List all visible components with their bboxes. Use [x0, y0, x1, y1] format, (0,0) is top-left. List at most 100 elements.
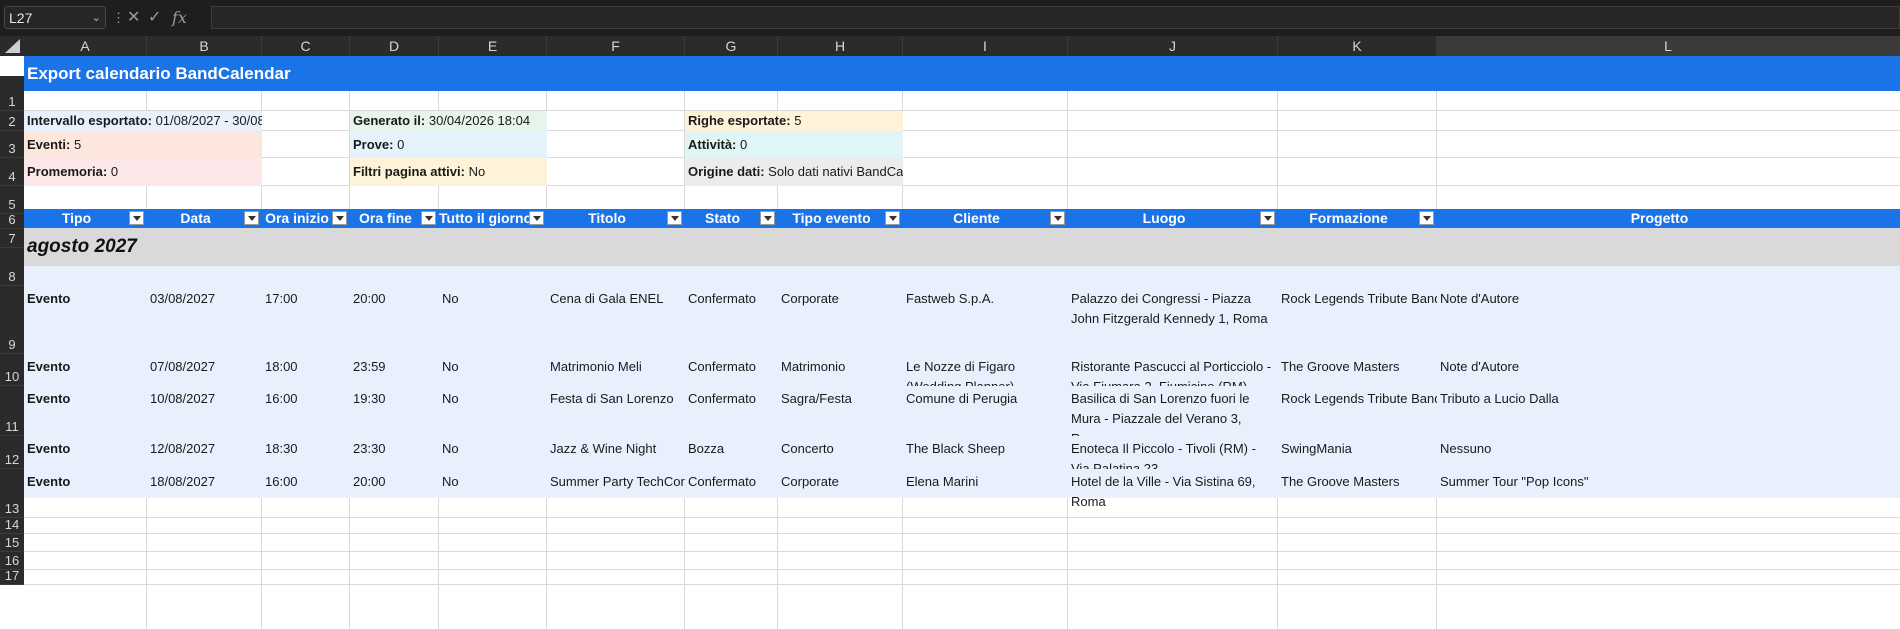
filter-dropdown-icon[interactable] — [332, 211, 347, 225]
column-header-l[interactable]: L — [1437, 36, 1900, 56]
event-cell-luogo[interactable]: Hotel de la Ville - Via Sistina 69, Roma — [1068, 469, 1278, 518]
column-header-j[interactable]: J — [1068, 36, 1278, 56]
column-header-h[interactable]: H — [778, 36, 903, 56]
event-cell-cliente[interactable]: Elena Marini — [903, 469, 1068, 518]
row-header-15[interactable]: 15 — [0, 534, 24, 552]
event-cell-tutto[interactable]: No — [439, 386, 547, 436]
event-cell-formazione[interactable]: SwingMania — [1278, 436, 1437, 469]
event-cell-inizio[interactable]: 16:00 — [262, 386, 350, 436]
column-header-i[interactable]: I — [903, 36, 1068, 56]
filter-dropdown-icon[interactable] — [760, 211, 775, 225]
event-cell-inizio[interactable]: 18:30 — [262, 436, 350, 469]
event-cell-data[interactable]: 10/08/2027 — [147, 386, 262, 436]
filter-dropdown-icon[interactable] — [1260, 211, 1275, 225]
row-header-12[interactable]: 12 — [0, 436, 24, 469]
column-header-b[interactable]: B — [147, 36, 262, 56]
event-cell-luogo[interactable]: Enoteca Il Piccolo - Tivoli (RM) - Via P… — [1068, 436, 1278, 469]
column-header-f[interactable]: F — [547, 36, 685, 56]
event-cell-inizio[interactable]: 17:00 — [262, 286, 350, 354]
row-header-1[interactable]: 1 — [0, 76, 24, 111]
column-header-g[interactable]: G — [685, 36, 778, 56]
row-header-14[interactable]: 14 — [0, 517, 24, 534]
event-cell-cliente[interactable]: Fastweb S.p.A. — [903, 286, 1068, 354]
event-cell-fine[interactable]: 20:00 — [350, 286, 439, 354]
filter-dropdown-icon[interactable] — [529, 211, 544, 225]
event-cell-luogo[interactable]: Palazzo dei Congressi - Piazza John Fitz… — [1068, 286, 1278, 354]
more-options-icon[interactable]: ⋮ — [112, 6, 125, 29]
event-cell-formazione[interactable]: The Groove Masters — [1278, 469, 1437, 518]
event-cell-formazione[interactable]: Rock Legends Tribute Band — [1278, 386, 1437, 436]
event-cell-stato[interactable]: Bozza — [685, 436, 778, 469]
event-cell-titolo[interactable]: Jazz & Wine Night — [547, 436, 685, 469]
event-cell-data[interactable]: 12/08/2027 — [147, 436, 262, 469]
event-cell-stato[interactable]: Confermato — [685, 354, 778, 386]
event-cell-tipo[interactable]: Evento — [24, 436, 147, 469]
row-header-5[interactable]: 5 — [0, 186, 24, 214]
event-cell-tutto[interactable]: No — [439, 354, 547, 386]
event-cell-tipo-evento[interactable]: Corporate — [778, 469, 903, 518]
event-cell-cliente[interactable]: Le Nozze di Figaro (Wedding Planner) — [903, 354, 1068, 386]
column-header-a[interactable]: A — [24, 36, 147, 56]
row-header-7[interactable]: 7 — [0, 229, 24, 248]
event-cell-formazione[interactable]: The Groove Masters — [1278, 354, 1437, 386]
column-header-d[interactable]: D — [350, 36, 439, 56]
event-cell-titolo[interactable]: Festa di San Lorenzo — [547, 386, 685, 436]
event-cell-fine[interactable]: 23:30 — [350, 436, 439, 469]
event-cell-tipo[interactable]: Evento — [24, 386, 147, 436]
filter-dropdown-icon[interactable] — [1050, 211, 1065, 225]
row-header-3[interactable]: 3 — [0, 131, 24, 158]
event-cell-titolo[interactable]: Cena di Gala ENEL — [547, 286, 685, 354]
event-cell-formazione[interactable]: Rock Legends Tribute Band — [1278, 286, 1437, 354]
event-cell-tipo-evento[interactable]: Sagra/Festa — [778, 386, 903, 436]
event-cell-luogo[interactable]: Basilica di San Lorenzo fuori le Mura - … — [1068, 386, 1278, 436]
event-cell-progetto[interactable]: Note d'Autore — [1437, 354, 1900, 386]
row-header-13[interactable]: 13 — [0, 469, 24, 518]
event-cell-tipo-evento[interactable]: Concerto — [778, 436, 903, 469]
name-box[interactable]: L27 ⌄ — [4, 6, 106, 29]
cancel-icon[interactable]: ✕ — [127, 6, 140, 29]
event-cell-tipo[interactable]: Evento — [24, 469, 147, 518]
event-cell-tutto[interactable]: No — [439, 469, 547, 518]
event-cell-tutto[interactable]: No — [439, 286, 547, 354]
event-cell-stato[interactable]: Confermato — [685, 286, 778, 354]
event-cell-inizio[interactable]: 18:00 — [262, 354, 350, 386]
event-cell-stato[interactable]: Confermato — [685, 469, 778, 518]
event-cell-luogo[interactable]: Ristorante Pascucci al Porticciolo - Via… — [1068, 354, 1278, 386]
row-header-9[interactable]: 9 — [0, 286, 24, 354]
chevron-down-icon[interactable]: ⌄ — [92, 7, 101, 30]
filter-dropdown-icon[interactable] — [885, 211, 900, 225]
event-cell-fine[interactable]: 19:30 — [350, 386, 439, 436]
event-cell-tipo[interactable]: Evento — [24, 354, 147, 386]
event-cell-tipo[interactable]: Evento — [24, 286, 147, 354]
row-header-6[interactable]: 6 — [0, 212, 24, 229]
select-all-corner[interactable] — [0, 36, 24, 56]
column-header-k[interactable]: K — [1278, 36, 1437, 56]
event-cell-progetto[interactable]: Tributo a Lucio Dalla — [1437, 386, 1900, 436]
row-header-11[interactable]: 11 — [0, 386, 24, 436]
row-header-17[interactable]: 17 — [0, 568, 24, 585]
filter-dropdown-icon[interactable] — [667, 211, 682, 225]
event-cell-progetto[interactable]: Summer Tour "Pop Icons" — [1437, 469, 1900, 518]
event-cell-fine[interactable]: 23:59 — [350, 354, 439, 386]
event-cell-data[interactable]: 07/08/2027 — [147, 354, 262, 386]
column-header-c[interactable]: C — [262, 36, 350, 56]
event-cell-fine[interactable]: 20:00 — [350, 469, 439, 518]
event-cell-tipo-evento[interactable]: Matrimonio — [778, 354, 903, 386]
row-header-8[interactable]: 8 — [0, 248, 24, 286]
event-cell-cliente[interactable]: Comune di Perugia — [903, 386, 1068, 436]
event-cell-stato[interactable]: Confermato — [685, 386, 778, 436]
filter-dropdown-icon[interactable] — [1419, 211, 1434, 225]
formula-input[interactable] — [211, 6, 1900, 29]
confirm-icon[interactable]: ✓ — [148, 6, 161, 29]
function-icon[interactable]: fx — [172, 6, 187, 29]
event-cell-titolo[interactable]: Summer Party TechCorp — [547, 469, 685, 518]
event-cell-titolo[interactable]: Matrimonio Meli — [547, 354, 685, 386]
event-cell-tipo-evento[interactable]: Corporate — [778, 286, 903, 354]
row-header-10[interactable]: 10 — [0, 354, 24, 386]
spreadsheet-grid[interactable]: ABCDEFGHIJKL 1 2 3 4 5 6 7 8 9 10 11 12 13 14 15 16 17 E… — [0, 36, 1900, 629]
filter-dropdown-icon[interactable] — [244, 211, 259, 225]
row-header-4[interactable]: 4 — [0, 158, 24, 186]
event-cell-progetto[interactable]: Note d'Autore — [1437, 286, 1900, 354]
row-header-2[interactable]: 2 — [0, 111, 24, 131]
event-cell-data[interactable]: 03/08/2027 — [147, 286, 262, 354]
